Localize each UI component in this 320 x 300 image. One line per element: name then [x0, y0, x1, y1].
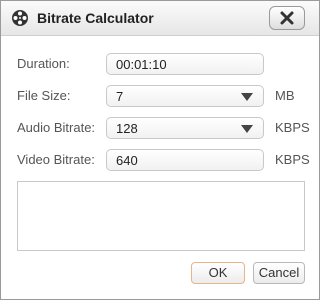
film-reel-icon: [11, 9, 29, 27]
video-bitrate-label: Video Bitrate:: [17, 152, 95, 167]
duration-label: Duration:: [17, 56, 70, 71]
file-size-label: File Size:: [17, 88, 71, 103]
audio-bitrate-select[interactable]: 128: [106, 117, 264, 139]
title-bar: Bitrate Calculator: [1, 1, 319, 36]
close-icon: [280, 11, 294, 25]
file-size-select[interactable]: 7: [106, 85, 264, 107]
dialog-title: Bitrate Calculator: [37, 10, 154, 26]
duration-value: 00:01:10: [116, 57, 167, 72]
audio-bitrate-label: Audio Bitrate:: [17, 120, 96, 135]
bitrate-calculator-dialog: Bitrate Calculator Duration: 00:01:10 Fi…: [0, 0, 320, 300]
video-bitrate-unit: KBPS: [275, 152, 310, 167]
video-bitrate-value: 640: [116, 153, 138, 168]
file-size-unit: MB: [275, 88, 295, 103]
video-bitrate-field[interactable]: 640: [106, 149, 264, 171]
audio-bitrate-unit: KBPS: [275, 120, 310, 135]
audio-bitrate-value: 128: [116, 121, 138, 136]
chevron-down-icon: [241, 125, 253, 133]
file-size-value: 7: [116, 89, 124, 104]
ok-button[interactable]: OK: [191, 262, 245, 284]
duration-field[interactable]: 00:01:10: [106, 53, 264, 75]
cancel-button[interactable]: Cancel: [253, 262, 305, 284]
chevron-down-icon: [241, 93, 253, 101]
result-textarea[interactable]: [17, 181, 305, 251]
close-button[interactable]: [269, 6, 305, 30]
